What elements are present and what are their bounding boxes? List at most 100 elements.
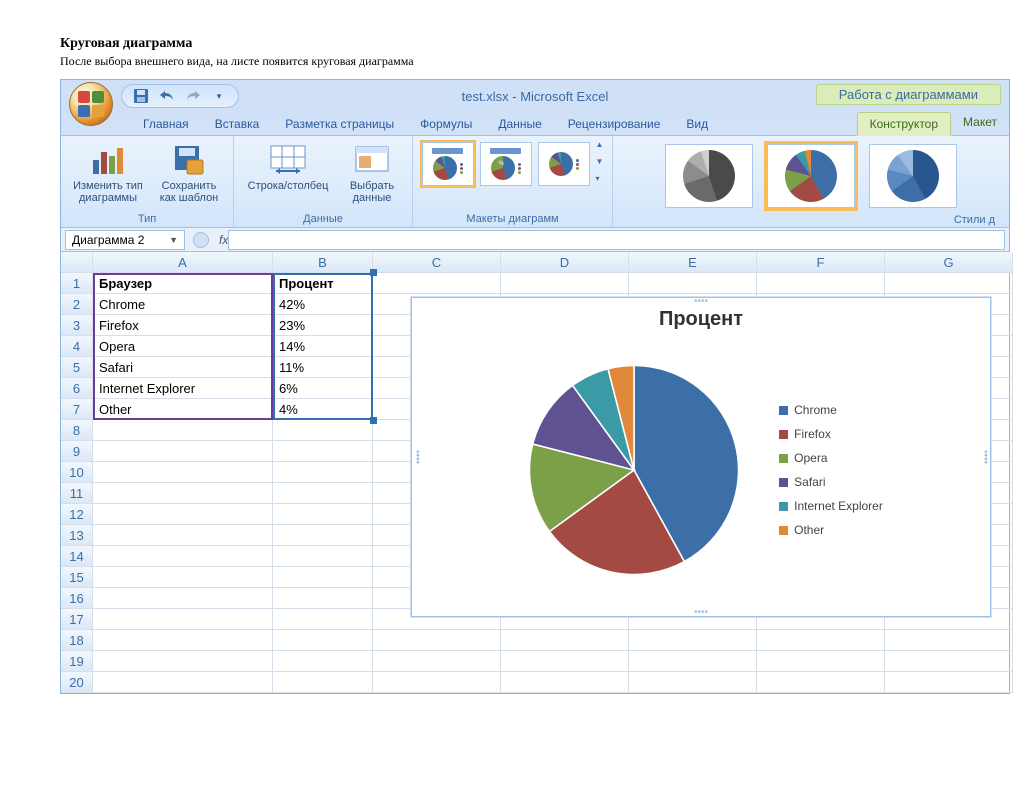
cell[interactable]: 23%	[273, 315, 373, 336]
cell[interactable]	[93, 651, 273, 672]
cell[interactable]	[757, 273, 885, 294]
chart-style-3[interactable]	[869, 144, 957, 208]
cell[interactable]	[93, 672, 273, 693]
cell[interactable]	[93, 441, 273, 462]
cell[interactable]	[273, 630, 373, 651]
cell[interactable]: Браузер	[93, 273, 273, 294]
tab-data[interactable]: Данные	[486, 113, 553, 135]
chart-layout-2[interactable]: %	[480, 142, 532, 186]
column-header[interactable]: D	[501, 252, 629, 273]
cell[interactable]	[93, 588, 273, 609]
cell[interactable]	[757, 672, 885, 693]
cell[interactable]: 6%	[273, 378, 373, 399]
column-header[interactable]: E	[629, 252, 757, 273]
cell[interactable]	[885, 630, 1013, 651]
row-header[interactable]: 8	[61, 420, 93, 441]
cell[interactable]	[273, 420, 373, 441]
cell[interactable]	[273, 609, 373, 630]
legend-item[interactable]: Other	[779, 523, 883, 537]
select-data-button[interactable]: Выбрать данные	[340, 140, 404, 206]
cell[interactable]: 14%	[273, 336, 373, 357]
cell[interactable]	[93, 504, 273, 525]
cell[interactable]	[885, 273, 1013, 294]
tab-formulas[interactable]: Формулы	[408, 113, 484, 135]
cell[interactable]: Процент	[273, 273, 373, 294]
legend-item[interactable]: Safari	[779, 475, 883, 489]
office-button[interactable]	[69, 82, 113, 126]
cell[interactable]: Chrome	[93, 294, 273, 315]
cell[interactable]	[629, 630, 757, 651]
tab-view[interactable]: Вид	[674, 113, 720, 135]
chart-title[interactable]: Процент	[412, 308, 990, 331]
cell[interactable]	[373, 273, 501, 294]
legend-item[interactable]: Firefox	[779, 427, 883, 441]
embedded-pie-chart[interactable]: •••• •••• •••• •••• Процент ChromeFirefo…	[411, 297, 991, 617]
cell[interactable]	[273, 504, 373, 525]
cell[interactable]	[93, 609, 273, 630]
cell[interactable]	[501, 672, 629, 693]
cell[interactable]	[273, 483, 373, 504]
row-header[interactable]: 3	[61, 315, 93, 336]
cell[interactable]: Firefox	[93, 315, 273, 336]
row-header[interactable]: 1	[61, 273, 93, 294]
switch-row-column-button[interactable]: Строка/столбец	[242, 140, 334, 194]
selection-handle[interactable]	[370, 269, 377, 276]
cell[interactable]	[93, 462, 273, 483]
cell[interactable]: Other	[93, 399, 273, 420]
select-all-corner[interactable]	[61, 252, 93, 273]
row-header[interactable]: 13	[61, 525, 93, 546]
cell[interactable]: 4%	[273, 399, 373, 420]
cell[interactable]	[373, 651, 501, 672]
row-header[interactable]: 18	[61, 630, 93, 651]
tab-review[interactable]: Рецензирование	[556, 113, 673, 135]
cell[interactable]: Internet Explorer	[93, 378, 273, 399]
row-header[interactable]: 10	[61, 462, 93, 483]
cell[interactable]	[273, 651, 373, 672]
change-chart-type-button[interactable]: Изменить тип диаграммы	[69, 140, 147, 206]
cell[interactable]	[93, 483, 273, 504]
column-header[interactable]: B	[273, 252, 373, 273]
row-header[interactable]: 11	[61, 483, 93, 504]
cell[interactable]: 11%	[273, 357, 373, 378]
formula-input[interactable]	[228, 230, 1005, 250]
cell[interactable]	[273, 462, 373, 483]
name-box[interactable]: Диаграмма 2▼	[65, 230, 185, 250]
cell[interactable]	[757, 630, 885, 651]
row-header[interactable]: 6	[61, 378, 93, 399]
cell[interactable]	[93, 525, 273, 546]
chart-style-1[interactable]	[665, 144, 753, 208]
tab-home[interactable]: Главная	[131, 113, 201, 135]
cell[interactable]	[629, 651, 757, 672]
cell[interactable]	[629, 672, 757, 693]
tab-design[interactable]: Конструктор	[857, 112, 951, 136]
cell[interactable]	[885, 672, 1013, 693]
row-header[interactable]: 20	[61, 672, 93, 693]
chart-layout-3[interactable]	[538, 142, 590, 186]
tab-insert[interactable]: Вставка	[203, 113, 272, 135]
legend-item[interactable]: Chrome	[779, 403, 883, 417]
row-header[interactable]: 4	[61, 336, 93, 357]
cell[interactable]	[757, 651, 885, 672]
undo-icon[interactable]	[158, 87, 176, 105]
cell[interactable]	[273, 525, 373, 546]
layouts-scroll-up-icon[interactable]: ▲	[596, 140, 604, 149]
row-header[interactable]: 12	[61, 504, 93, 525]
cell[interactable]: Opera	[93, 336, 273, 357]
cell[interactable]	[93, 546, 273, 567]
cell[interactable]	[273, 567, 373, 588]
redo-icon[interactable]	[184, 87, 202, 105]
cell[interactable]	[93, 630, 273, 651]
row-header[interactable]: 15	[61, 567, 93, 588]
row-header[interactable]: 19	[61, 651, 93, 672]
save-as-template-button[interactable]: Сохранить как шаблон	[153, 140, 225, 206]
cell[interactable]	[501, 651, 629, 672]
cell[interactable]	[273, 441, 373, 462]
cell[interactable]	[93, 567, 273, 588]
cell[interactable]: 42%	[273, 294, 373, 315]
column-header[interactable]: A	[93, 252, 273, 273]
cell[interactable]	[501, 630, 629, 651]
cell[interactable]	[501, 273, 629, 294]
chart-style-2[interactable]	[767, 144, 855, 208]
cell[interactable]	[273, 588, 373, 609]
row-header[interactable]: 14	[61, 546, 93, 567]
